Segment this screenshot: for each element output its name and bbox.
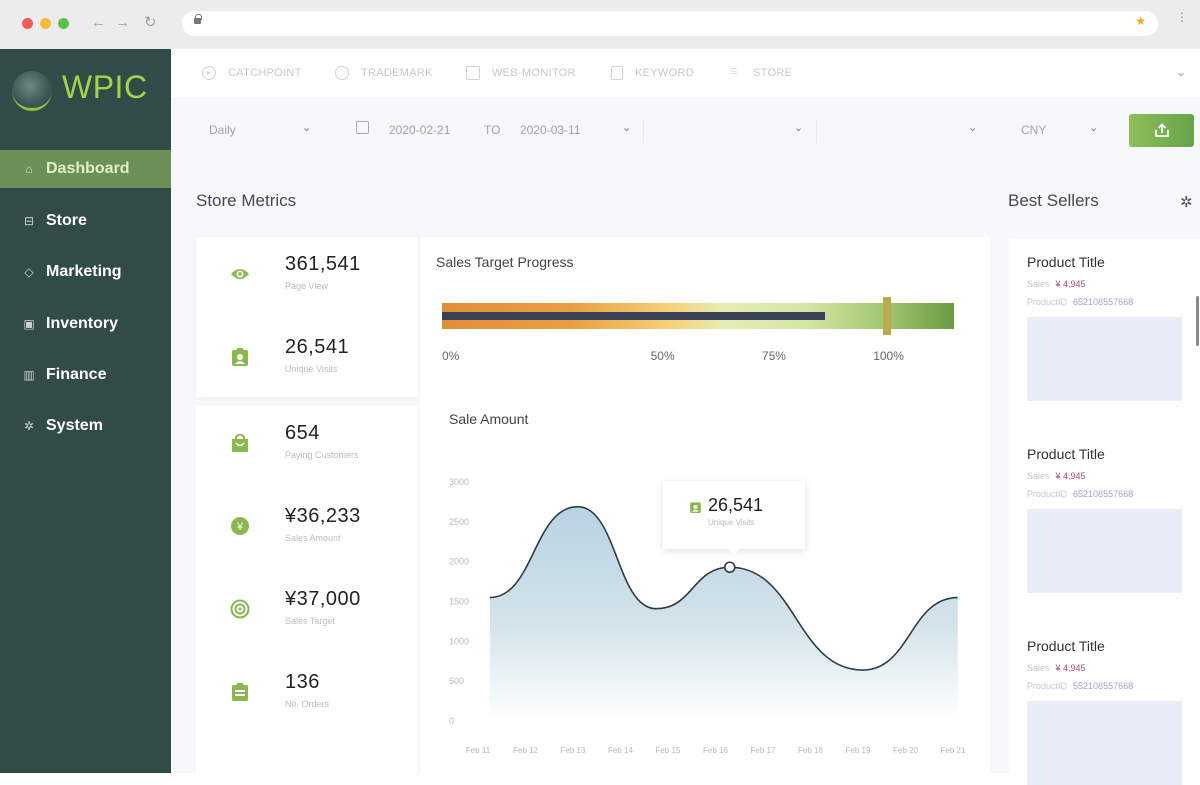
x-tick-label: Feb 15 <box>656 746 681 755</box>
id-value: 552108557668 <box>1073 681 1134 691</box>
x-tick-label: Feb 19 <box>846 746 871 755</box>
bullet-tick-label: 0% <box>442 349 460 363</box>
sidebar-item-label: Inventory <box>46 315 119 332</box>
product-id: ProductID 552108557668 <box>1027 681 1182 691</box>
product-id: ProductID 652108557668 <box>1027 297 1182 307</box>
x-tick-label: Feb 17 <box>751 746 776 755</box>
tag-icon: ◇ <box>24 265 34 279</box>
sidebar-item-dashboard[interactable]: ⌂ Dashboard <box>0 150 171 188</box>
id-value: 652108557668 <box>1073 489 1134 499</box>
sales-value: ¥ 4,945 <box>1055 663 1086 673</box>
product-sales: Sales ¥ 4,945 <box>1027 471 1182 481</box>
sidebar-item-marketing[interactable]: ◇ Marketing <box>0 253 171 291</box>
sidebar: WPIC ⌂ Dashboard ⊟ Store ◇ Marketing ▣ I… <box>0 49 171 773</box>
lock-icon <box>194 14 202 24</box>
product-image-placeholder <box>1027 509 1182 593</box>
forward-icon[interactable]: → <box>115 12 130 34</box>
export-button[interactable] <box>1129 114 1194 147</box>
x-tick-label: Feb 13 <box>561 746 586 755</box>
chevron-down-icon[interactable]: ⌄ <box>1089 121 1098 134</box>
expand-nav-chevron-icon[interactable]: ⌄ <box>1176 65 1186 79</box>
product-sales: Sales ¥ 4,945 <box>1027 279 1182 289</box>
x-tick-label: Feb 12 <box>513 746 538 755</box>
minimize-window-button[interactable] <box>40 18 51 29</box>
highlight-point[interactable] <box>723 561 736 574</box>
x-tick-label: Feb 18 <box>798 746 823 755</box>
sidebar-item-store[interactable]: ⊟ Store <box>0 202 171 240</box>
sidebar-item-label: Finance <box>46 366 107 383</box>
x-tick-label: Feb 20 <box>893 746 918 755</box>
sales-label: Sales <box>1027 663 1050 673</box>
y-tick-label: 1500 <box>449 597 469 607</box>
upload-icon <box>1154 123 1169 137</box>
x-tick-label: Feb 16 <box>703 746 728 755</box>
user-badge-icon <box>690 500 701 518</box>
product-card[interactable]: Product Title Sales ¥ 4,945 ProductID 6521… <box>1027 254 1182 401</box>
scrollbar[interactable] <box>1196 296 1199 346</box>
browser-menu-icon[interactable]: ⋮ <box>1176 11 1188 23</box>
product-sales: Sales ¥ 4,945 <box>1027 663 1182 673</box>
y-tick-label: 500 <box>449 676 464 686</box>
maximize-window-button[interactable] <box>58 18 69 29</box>
sales-value: ¥ 4,945 <box>1055 279 1086 289</box>
home-icon: ⌂ <box>25 162 33 176</box>
sidebar-item-label: Marketing <box>46 263 122 280</box>
back-icon[interactable]: ← <box>91 12 106 34</box>
product-title: Product Title <box>1027 254 1105 270</box>
bullet-tick-label: 75% <box>761 349 786 363</box>
sales-label: Sales <box>1027 279 1050 289</box>
logo-globe-icon <box>12 71 52 111</box>
close-window-button[interactable] <box>22 18 33 29</box>
y-tick-label: 1000 <box>449 636 469 646</box>
address-bar[interactable]: ★ <box>182 11 1158 36</box>
y-tick-label: 3000 <box>449 477 469 487</box>
chart-tooltip: 26,541 Unique Visits <box>663 481 805 555</box>
bar-chart-icon: ▥ <box>23 368 35 382</box>
id-label: ProductID <box>1027 489 1068 499</box>
product-card[interactable]: Product Title Sales ¥ 4,945 ProductID 5521… <box>1027 638 1182 785</box>
best-sellers-settings-gear-icon[interactable]: ✲ <box>1180 193 1193 211</box>
main-content: ▸ CATCHPOINT TRADEMARK WEB-MONITOR KEYWO… <box>171 49 1200 785</box>
tooltip-value: 26,541 <box>708 495 764 515</box>
id-value: 652108557668 <box>1073 297 1134 307</box>
best-sellers-title: Best Sellers <box>1008 191 1099 210</box>
bullet-tick-label: 50% <box>650 349 675 363</box>
x-tick-label: Feb 21 <box>941 746 966 755</box>
sidebar-item-inventory[interactable]: ▣ Inventory <box>0 305 171 343</box>
box-icon: ▣ <box>23 317 35 331</box>
sidebar-item-system[interactable]: ✲ System <box>0 407 171 445</box>
product-title: Product Title <box>1027 446 1105 462</box>
bookmark-star-icon[interactable]: ★ <box>1135 14 1146 28</box>
product-image-placeholder <box>1027 701 1182 785</box>
sales-label: Sales <box>1027 471 1050 481</box>
sidebar-item-finance[interactable]: ▥ Finance <box>0 356 171 394</box>
wpic-logo[interactable]: WPIC <box>12 67 172 117</box>
best-sellers-panel: Product Title Sales ¥ 4,945 ProductID 6521… <box>1009 239 1200 785</box>
reload-icon[interactable]: ↻ <box>144 12 157 34</box>
product-card[interactable]: Product Title Sales ¥ 4,945 ProductID 6521… <box>1027 446 1182 593</box>
product-image-placeholder <box>1027 317 1182 401</box>
sidebar-item-label: System <box>46 417 103 434</box>
sidebar-item-label: Store <box>46 212 87 229</box>
sale-amount-chart: 0 500 1000 1500 2000 2500 3000 Feb 11 Feb 12 Feb… <box>449 477 966 755</box>
browser-chrome: ← → ↻ ★ ⋮ <box>0 0 1200 49</box>
currency-select[interactable]: CNY <box>1021 123 1046 137</box>
id-label: ProductID <box>1027 297 1068 307</box>
gear-icon: ✲ <box>23 419 35 433</box>
id-label: ProductID <box>1027 681 1068 691</box>
tooltip-label: Unique Visits <box>708 518 755 527</box>
x-tick-label: Feb 14 <box>608 746 633 755</box>
y-tick-label: 2500 <box>449 517 469 527</box>
sidebar-item-label: Dashboard <box>46 160 130 177</box>
y-tick-label: 2000 <box>449 557 469 567</box>
bullet-tick-label: 100% <box>873 349 904 363</box>
cart-icon: ⊟ <box>23 214 35 228</box>
product-id: ProductID 652108557668 <box>1027 489 1182 499</box>
logo-text: WPIC <box>62 69 148 105</box>
product-title: Product Title <box>1027 638 1105 654</box>
sales-value: ¥ 4,945 <box>1055 471 1086 481</box>
x-tick-label: Feb 11 <box>466 746 491 755</box>
y-tick-label: 0 <box>449 716 454 726</box>
